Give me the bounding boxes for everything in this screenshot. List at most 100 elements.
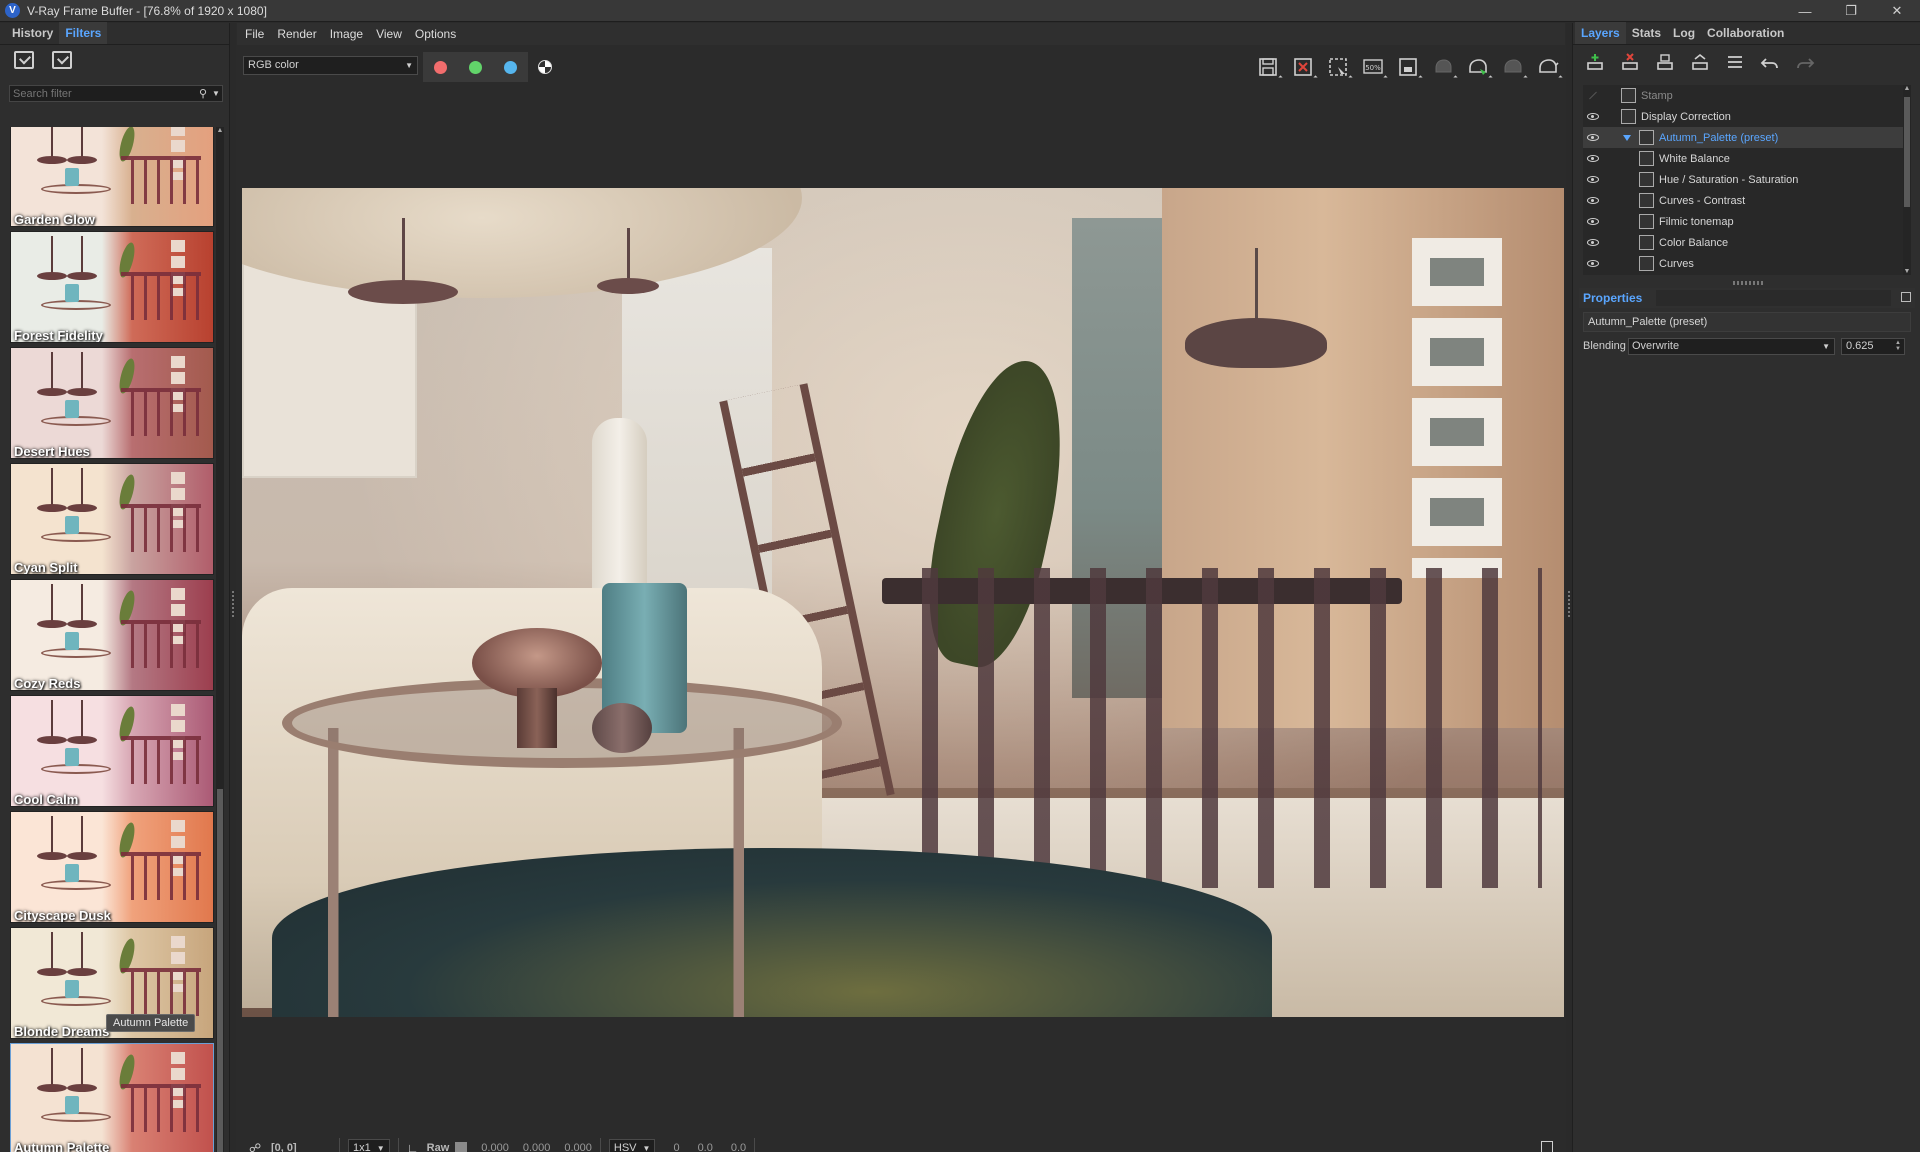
filter-thumbnail[interactable]: Cyan Split (10, 463, 214, 575)
scroll-up-icon[interactable]: ▲ (1903, 85, 1911, 92)
tab-layers[interactable]: Layers (1575, 22, 1626, 44)
layer-item[interactable]: Curves (1583, 253, 1911, 274)
curve-icon (1621, 109, 1636, 124)
eye-icon[interactable] (1585, 148, 1601, 169)
tab-log[interactable]: Log (1667, 22, 1701, 44)
sample-size-select[interactable]: 1x1 ▼ (348, 1139, 390, 1152)
layers-scrollbar[interactable]: ▲ ▼ (1903, 85, 1911, 275)
color-model-select[interactable]: HSV ▼ (608, 1139, 656, 1152)
channel-select[interactable]: RGB color ▼ (243, 56, 418, 75)
menu-options[interactable]: Options (415, 27, 456, 41)
search-input[interactable] (10, 87, 196, 100)
eye-icon[interactable] (1585, 127, 1601, 148)
filter-list-scrollbar[interactable]: ▲ ▼ (216, 127, 224, 1152)
tab-filters[interactable]: Filters (59, 22, 108, 44)
scroll-thumb[interactable] (1904, 97, 1910, 207)
tab-collaboration[interactable]: Collaboration (1701, 22, 1790, 44)
search-icon[interactable]: ⚲ (196, 87, 210, 101)
tooltip: Autumn Palette (106, 1014, 196, 1032)
redo-icon[interactable] (1793, 51, 1817, 75)
toggle-panel-icon[interactable] (1541, 1141, 1553, 1152)
load-layers-icon[interactable] (1688, 51, 1712, 75)
pin-icon[interactable] (1901, 292, 1911, 302)
layer-item[interactable]: Color Balance (1583, 232, 1911, 253)
blue-channel-button[interactable] (493, 52, 528, 82)
layer-name: Color Balance (1659, 236, 1729, 249)
color-picker-icon[interactable]: ∟ (407, 1141, 421, 1152)
window-controls: — ❐ ✕ (1782, 0, 1920, 22)
render-toolbar: RGB color ▼ 50% (237, 52, 1565, 86)
save-image-button[interactable] (1250, 52, 1285, 82)
add-layer-icon[interactable] (1583, 51, 1607, 75)
undo-icon[interactable] (1758, 51, 1782, 75)
tab-stats[interactable]: Stats (1626, 22, 1667, 44)
layer-item[interactable]: Curves - Contrast (1583, 190, 1911, 211)
layer-name-field[interactable]: Autumn_Palette (preset) (1583, 312, 1911, 332)
filter-thumbnail[interactable]: Garden Glow (10, 127, 214, 227)
scroll-up-icon[interactable]: ▲ (216, 127, 224, 135)
menu-view[interactable]: View (376, 27, 402, 41)
left-splitter[interactable] (230, 23, 236, 1152)
filter-thumbnail[interactable]: Forest Fidelity (10, 231, 214, 343)
eye-icon[interactable] (1585, 211, 1601, 232)
color-swatch (455, 1142, 468, 1152)
eye-icon[interactable] (1585, 253, 1601, 274)
layer-item[interactable]: Autumn_Palette (preset) (1583, 127, 1911, 148)
filter-thumbnail[interactable]: Cozy Reds (10, 579, 214, 691)
apply-filter-icon[interactable] (52, 51, 72, 69)
layer-item[interactable]: Display Correction (1583, 106, 1911, 127)
spinner-arrows-icon[interactable]: ▲ ▼ (1895, 340, 1901, 352)
blending-mode-select[interactable]: Overwrite ▼ (1628, 337, 1835, 355)
blue-channel-icon (504, 60, 517, 74)
test-resolution-icon: 50% (1362, 59, 1383, 74)
menu-file[interactable]: File (245, 27, 264, 41)
clear-image-button[interactable] (1285, 52, 1320, 82)
green-channel-button[interactable] (458, 52, 493, 82)
eye-icon[interactable] (1585, 106, 1601, 127)
eye-icon[interactable] (1585, 169, 1601, 190)
render-last-button[interactable] (1425, 52, 1460, 82)
channel-buttons (423, 52, 528, 82)
test-resolution-label: 50% (1365, 64, 1381, 72)
filter-thumbnail[interactable]: Autumn Palette (10, 1043, 214, 1152)
region-render-button[interactable] (1320, 52, 1355, 82)
pixel-info-icon[interactable]: ☍ (249, 1141, 263, 1152)
stop-render-button[interactable] (1495, 52, 1530, 82)
left-panel: History Filters ⚲ ▼ Garden Glow Forest Fi… (0, 22, 230, 1152)
save-layers-icon[interactable] (1653, 51, 1677, 75)
chevron-down-icon[interactable]: ▼ (210, 89, 222, 98)
restore-icon[interactable]: ❐ (1828, 0, 1874, 22)
eye-off-icon[interactable] (1585, 85, 1601, 106)
menu-render[interactable]: Render (277, 27, 316, 41)
list-icon[interactable] (1723, 51, 1747, 75)
minimize-icon[interactable]: — (1782, 0, 1828, 22)
alpha-channel-icon[interactable] (538, 60, 552, 74)
filter-thumbnail[interactable]: Desert Hues (10, 347, 214, 459)
expand-triangle-icon[interactable] (1623, 134, 1631, 141)
blending-amount-spinner[interactable]: 0.625 ▲ ▼ (1841, 337, 1905, 355)
tab-history[interactable]: History (6, 22, 59, 44)
eye-icon[interactable] (1585, 232, 1601, 253)
curve-icon (1639, 193, 1654, 208)
render-teapot-button[interactable] (1530, 52, 1565, 82)
layer-item[interactable]: Stamp (1583, 85, 1911, 106)
layer-item[interactable]: White Balance (1583, 148, 1911, 169)
load-filter-icon[interactable] (14, 51, 34, 69)
scroll-down-icon[interactable]: ▼ (1903, 268, 1911, 275)
filter-thumbnail[interactable]: Cool Calm (10, 695, 214, 807)
red-channel-button[interactable] (423, 52, 458, 82)
close-icon[interactable]: ✕ (1874, 0, 1920, 22)
layer-item[interactable]: Filmic tonemap (1583, 211, 1911, 232)
eye-icon[interactable] (1585, 190, 1601, 211)
interactive-render-button[interactable] (1460, 52, 1495, 82)
layer-item[interactable]: Hue / Saturation - Saturation (1583, 169, 1911, 190)
test-resolution-button[interactable]: 50% (1355, 52, 1390, 82)
rendered-image[interactable] (242, 188, 1564, 1017)
menu-image[interactable]: Image (330, 27, 363, 41)
scroll-thumb[interactable] (217, 789, 223, 1152)
delete-layer-icon[interactable] (1618, 51, 1642, 75)
follow-mouse-button[interactable] (1390, 52, 1425, 82)
layers-splitter[interactable] (1733, 281, 1763, 285)
filter-thumbnail[interactable]: Cityscape Dusk (10, 811, 214, 923)
render-view: File Render Image View Options RGB color… (237, 23, 1565, 1152)
